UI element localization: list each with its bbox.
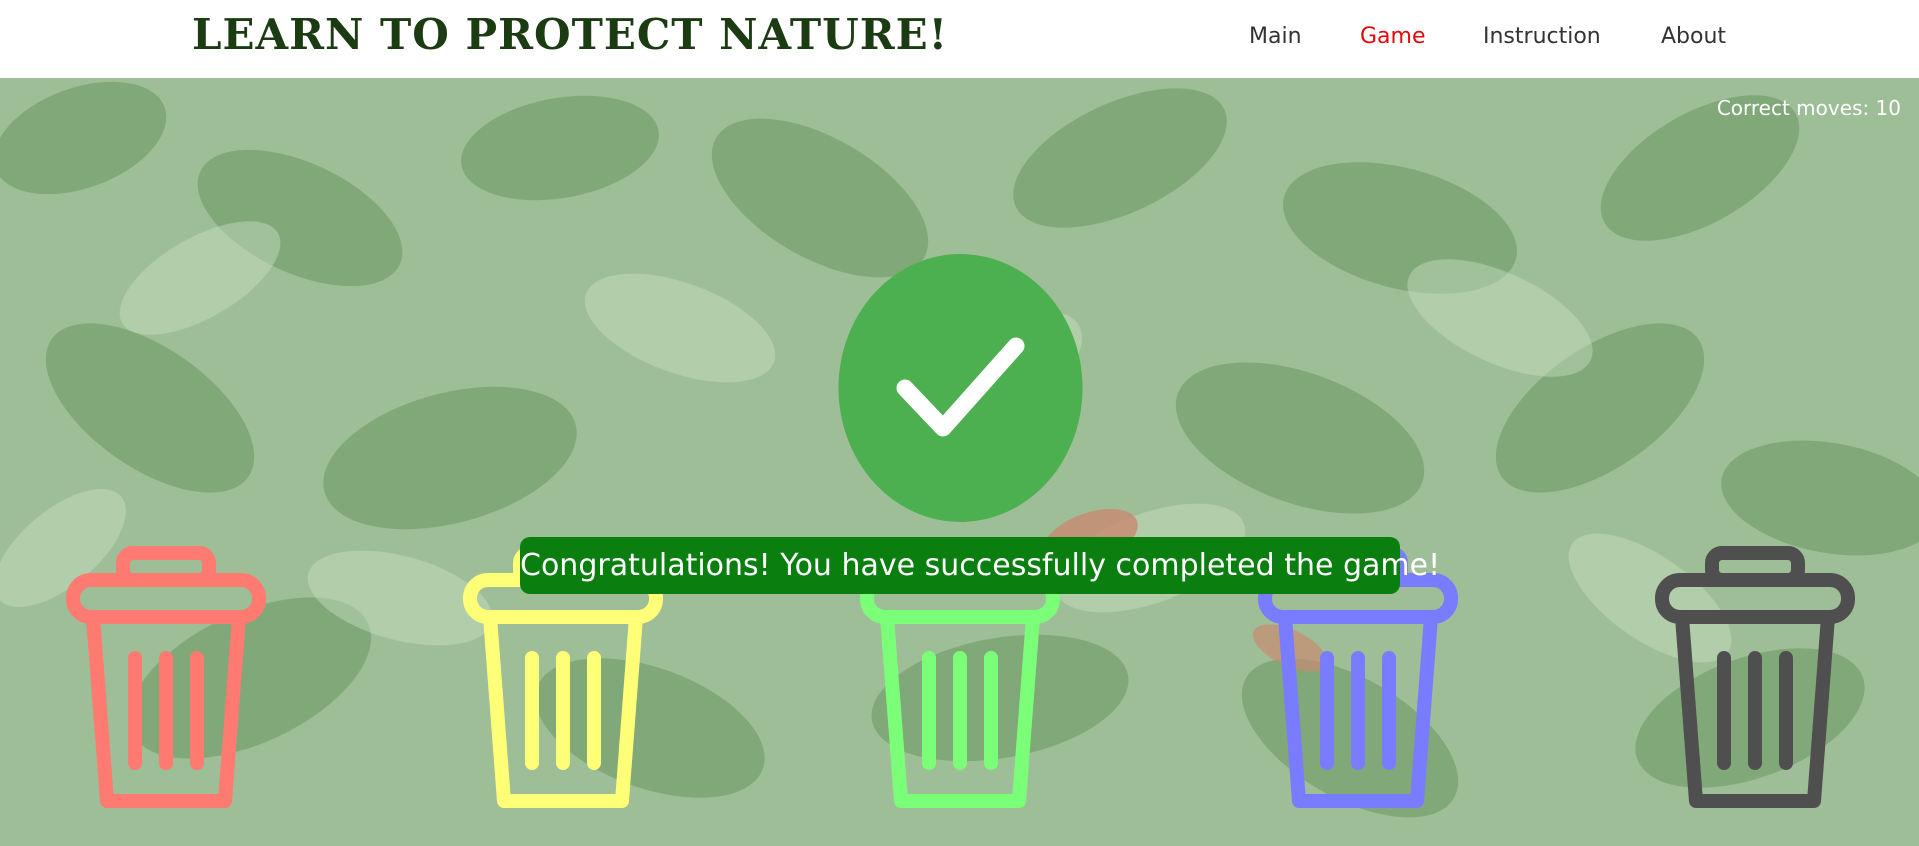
top-navigation-bar: LEARN TO PROTECT NATURE! Main Game Instr… [0, 0, 1919, 78]
nav-about[interactable]: About [1661, 24, 1726, 49]
nav-instruction[interactable]: Instruction [1483, 24, 1601, 49]
game-area: Correct moves: 10 Congratulations! You h… [0, 78, 1919, 846]
trash-bin-icon-red[interactable] [63, 543, 269, 813]
nav-main[interactable]: Main [1249, 24, 1302, 49]
trash-bin-icon-black[interactable] [1652, 543, 1858, 813]
site-title: LEARN TO PROTECT NATURE! [192, 10, 949, 59]
correct-moves-counter: Correct moves: 10 [1716, 96, 1901, 120]
nav-game[interactable]: Game [1360, 24, 1426, 49]
success-message: Congratulations! You have successfully c… [520, 537, 1440, 594]
check-circle-icon [838, 254, 1083, 522]
